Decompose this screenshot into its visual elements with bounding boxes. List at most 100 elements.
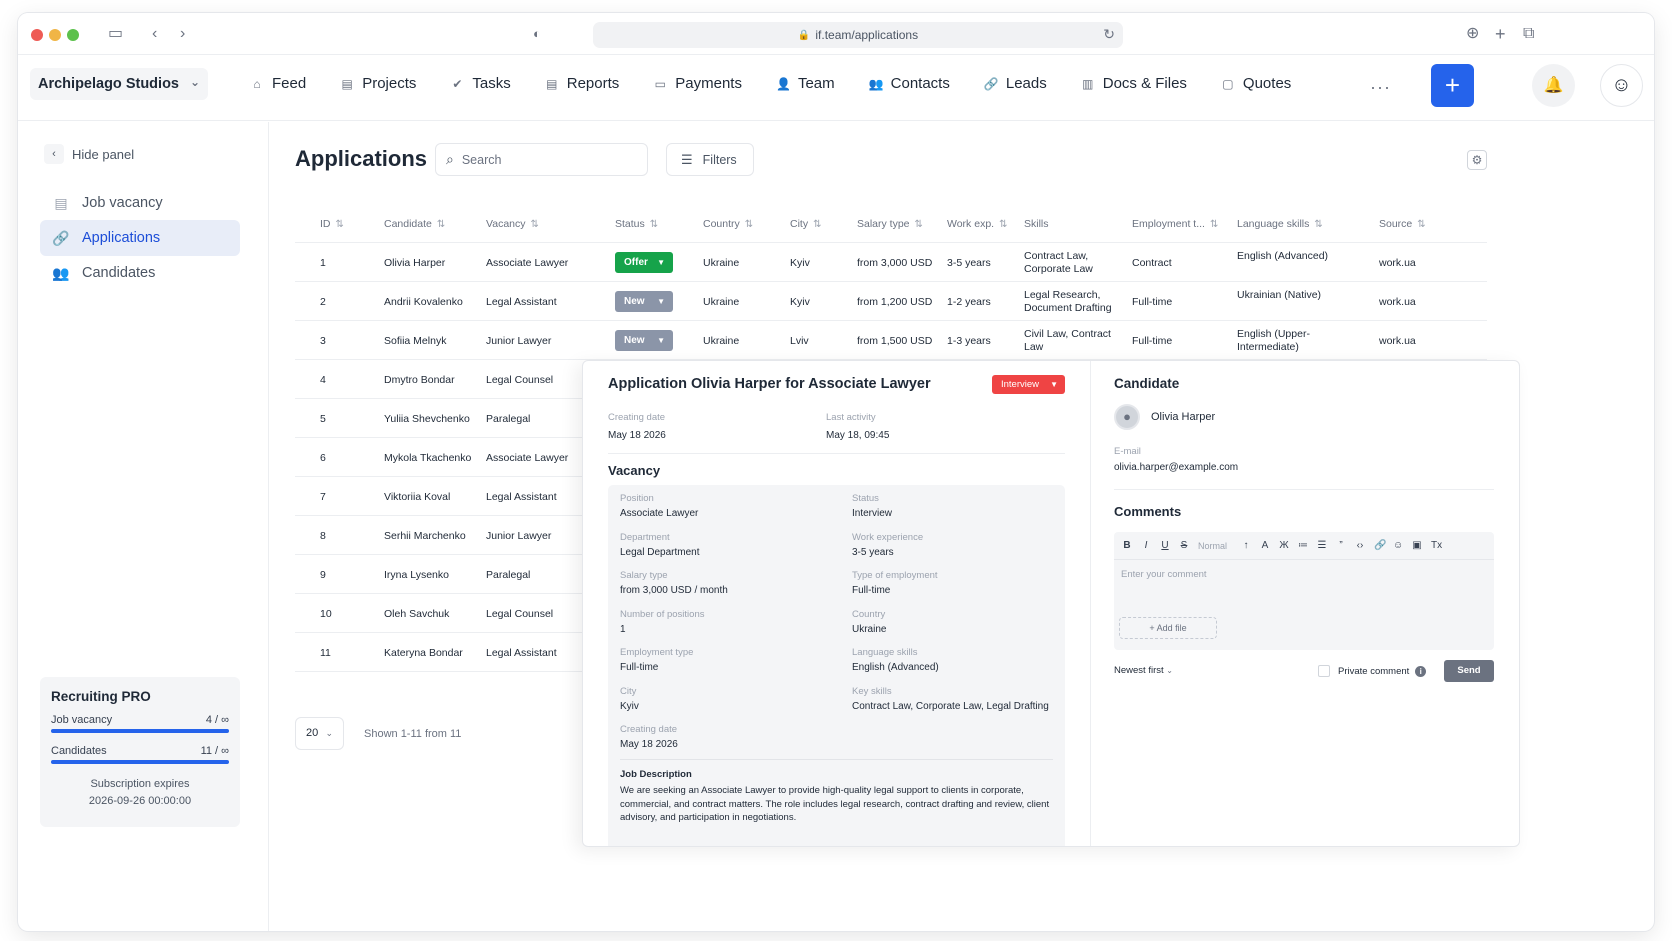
close-window-dot[interactable] — [31, 29, 43, 41]
forward-icon[interactable]: › — [180, 24, 185, 44]
table-row[interactable]: 2 Andrii Kovalenko Legal Assistant New ▼ Ukra… — [295, 282, 1487, 321]
text-color-icon[interactable]: A — [1260, 540, 1270, 551]
sort-icon[interactable]: ⇅ — [1210, 219, 1218, 230]
sort-icon[interactable]: ⇅ — [813, 219, 821, 230]
more-menu-icon[interactable]: ··· — [1370, 77, 1391, 98]
tabs-icon[interactable]: ⧉ — [1523, 24, 1534, 44]
column-header[interactable]: Employment t... ⇅ — [1132, 218, 1218, 230]
user-avatar[interactable]: ☺ — [1600, 64, 1643, 107]
clear-format-icon[interactable]: Tx — [1431, 540, 1442, 551]
strikethrough-icon[interactable]: S — [1179, 540, 1189, 551]
nav-quotes[interactable]: ▢ Quotes — [1221, 75, 1291, 92]
cell-candidate[interactable]: Viktoriia Koval — [384, 491, 450, 503]
cell-candidate[interactable]: Dmytro Bondar — [384, 374, 455, 386]
nav-leads[interactable]: 🔗 Leads — [984, 75, 1047, 92]
nav-payments[interactable]: ▭ Payments — [653, 75, 742, 92]
create-button[interactable]: + — [1431, 64, 1474, 107]
quote-icon[interactable]: ” — [1336, 540, 1346, 551]
column-header[interactable]: Source ⇅ — [1379, 218, 1426, 230]
status-badge[interactable]: New ▼ — [615, 330, 673, 351]
cell-candidate[interactable]: Mykola Tkachenko — [384, 452, 471, 464]
sort-icon[interactable]: ⇅ — [650, 219, 658, 230]
nav-team[interactable]: 👤 Team — [776, 75, 835, 92]
hide-panel-button[interactable]: ‹ Hide panel — [44, 144, 134, 164]
sidebar-item-applications[interactable]: 🔗 Applications — [40, 220, 240, 256]
sort-icon[interactable]: ⇅ — [531, 219, 539, 230]
cell-candidate[interactable]: Yuliia Shevchenko — [384, 413, 470, 425]
sort-icon[interactable]: ⇅ — [745, 219, 753, 230]
nav-contacts[interactable]: 👥 Contacts — [869, 75, 950, 92]
sort-icon[interactable]: ⇅ — [437, 219, 445, 230]
bullet-list-icon[interactable]: ☰ — [1317, 540, 1327, 551]
nav-docs-files[interactable]: ▥ Docs & Files — [1081, 75, 1187, 92]
emoji-icon[interactable]: ☺ — [1393, 540, 1403, 551]
column-header[interactable]: Status ⇅ — [615, 218, 658, 230]
column-header[interactable]: Candidate ⇅ — [384, 218, 445, 230]
private-comment-checkbox[interactable] — [1318, 665, 1330, 677]
status-badge[interactable]: Offer ▼ — [615, 252, 673, 273]
filters-button[interactable]: ☰ Filters — [666, 143, 754, 176]
column-header[interactable]: Salary type ⇅ — [857, 218, 923, 230]
company-selector[interactable]: Archipelago Studios ⌄ — [30, 68, 208, 100]
cell-candidate[interactable]: Kateryna Bondar — [384, 647, 463, 659]
status-dropdown[interactable]: Interview ▼ — [992, 375, 1065, 394]
page-size-select[interactable]: 20 ⌄ — [295, 717, 344, 750]
sort-icon[interactable]: ⇅ — [1417, 219, 1425, 230]
cell-candidate[interactable]: Olivia Harper — [384, 257, 445, 269]
underline-icon[interactable]: U — [1160, 540, 1170, 551]
shield-icon[interactable]: ◐ — [533, 24, 541, 44]
sidebar-item-job-vacancy[interactable]: ▤ Job vacancy — [40, 185, 240, 221]
image-icon[interactable]: ▣ — [1412, 540, 1422, 551]
column-header[interactable]: City ⇅ — [790, 218, 821, 230]
private-comment-toggle[interactable]: Private comment i — [1318, 665, 1427, 677]
new-tab-icon[interactable]: + — [1495, 24, 1506, 44]
minimize-window-dot[interactable] — [49, 29, 61, 41]
zoom-window-dot[interactable] — [67, 29, 79, 41]
cell-candidate[interactable]: Iryna Lysenko — [384, 569, 449, 581]
comments-sort-select[interactable]: Newest first ⌄ — [1114, 665, 1173, 676]
download-icon[interactable]: ⊕ — [1466, 24, 1479, 44]
sidebar-item-candidates[interactable]: 👥 Candidates — [40, 255, 240, 291]
table-row[interactable]: 1 Olivia Harper Associate Lawyer Offer ▼ Ukra… — [295, 243, 1487, 282]
sort-icon[interactable]: ⇅ — [915, 219, 923, 230]
column-header[interactable]: Language skills ⇅ — [1237, 218, 1323, 230]
comment-input[interactable]: Enter your comment — [1121, 569, 1207, 580]
cell-candidate[interactable]: Andrii Kovalenko — [384, 296, 463, 308]
cell-candidate[interactable]: Sofiia Melnyk — [384, 335, 446, 347]
cell-candidate[interactable]: Oleh Savchuk — [384, 608, 449, 620]
sort-icon[interactable]: ⇅ — [1314, 219, 1322, 230]
email-value[interactable]: olivia.harper@example.com — [1114, 462, 1238, 473]
nav-reports[interactable]: ▤ Reports — [545, 75, 619, 92]
column-header[interactable]: ID ⇅ — [320, 218, 344, 230]
superscript-icon[interactable]: ↑ — [1241, 540, 1251, 551]
search-input[interactable]: ⌕ Search — [435, 143, 648, 176]
reload-icon[interactable]: ↻ — [1103, 26, 1115, 43]
link-icon[interactable]: 🔗 — [1374, 540, 1386, 551]
send-button[interactable]: Send — [1444, 660, 1494, 682]
back-icon[interactable]: ‹ — [152, 24, 157, 44]
cell-candidate[interactable]: Serhii Marchenko — [384, 530, 466, 542]
column-header[interactable]: Skills — [1024, 218, 1049, 230]
address-bar[interactable]: 🔒 if.team/applications ↻ — [593, 22, 1123, 48]
italic-icon[interactable]: I — [1141, 540, 1151, 551]
bold-icon[interactable]: B — [1122, 540, 1132, 551]
column-header[interactable]: Work exp. ⇅ — [947, 218, 1007, 230]
sort-icon[interactable]: ⇅ — [999, 219, 1007, 230]
nav-projects[interactable]: ▤ Projects — [340, 75, 417, 92]
candidate-name[interactable]: Olivia Harper — [1151, 411, 1215, 423]
info-icon[interactable]: i — [1415, 665, 1427, 677]
sidebar-icon[interactable]: ▭ — [108, 24, 123, 44]
add-file-button[interactable]: + Add file — [1119, 617, 1217, 639]
nav-tasks[interactable]: ✔ Tasks — [450, 75, 510, 92]
sort-icon[interactable]: ⇅ — [336, 219, 344, 230]
heading-select-icon[interactable]: Normal — [1198, 541, 1227, 551]
code-icon[interactable]: ‹› — [1355, 540, 1365, 551]
column-header[interactable]: Country ⇅ — [703, 218, 753, 230]
clear-style-icon[interactable]: Ж — [1279, 540, 1289, 551]
bell-icon[interactable]: 🔔 — [1532, 64, 1575, 107]
gear-icon[interactable]: ⚙ — [1467, 150, 1487, 170]
ordered-list-icon[interactable]: ≔ — [1298, 540, 1308, 551]
status-badge[interactable]: New ▼ — [615, 291, 673, 312]
column-header[interactable]: Vacancy ⇅ — [486, 218, 539, 230]
table-row[interactable]: 3 Sofiia Melnyk Junior Lawyer New ▼ Ukraine Lv… — [295, 321, 1487, 360]
